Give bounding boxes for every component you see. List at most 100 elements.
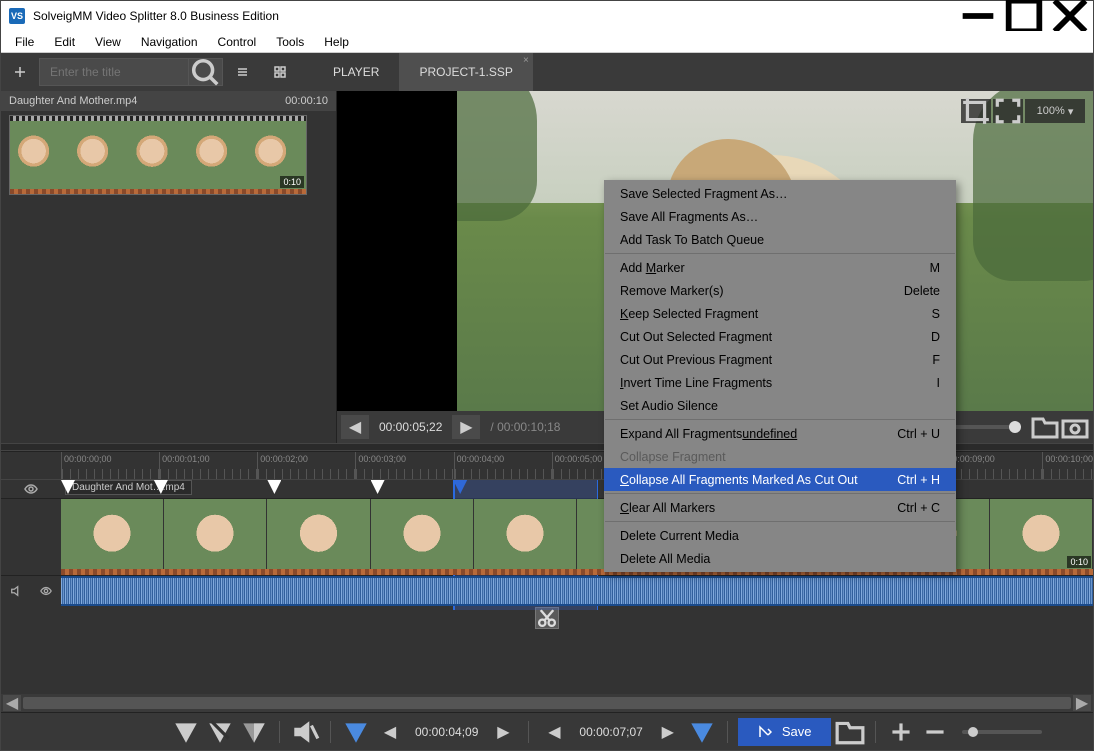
- list-view-button[interactable]: [223, 53, 261, 91]
- context-menu-item[interactable]: Set Audio Silence: [604, 394, 956, 417]
- context-menu-label: Add Marker: [620, 261, 685, 275]
- context-menu-label: Collapse All Fragments Marked As Cut Out: [620, 473, 858, 487]
- menu-navigation[interactable]: Navigation: [131, 33, 208, 51]
- context-menu-item[interactable]: Invert Time Line FragmentsI: [604, 371, 956, 394]
- zoom-dropdown[interactable]: 100% ▾: [1025, 99, 1085, 123]
- cut-button[interactable]: [535, 607, 559, 629]
- title-bar: VS SolveigMM Video Splitter 8.0 Business…: [1, 1, 1093, 31]
- horizontal-scrollbar[interactable]: ◀ ▶: [1, 694, 1093, 712]
- add-button[interactable]: [1, 53, 39, 91]
- context-menu-separator: [605, 493, 955, 494]
- context-menu-item[interactable]: Save All Fragments As…: [604, 205, 956, 228]
- folder-button[interactable]: [1031, 415, 1059, 439]
- media-duration: 00:00:10: [285, 95, 328, 107]
- context-menu-shortcut: Ctrl + H: [897, 473, 940, 487]
- filter-icon[interactable]: [171, 718, 201, 746]
- menu-edit[interactable]: Edit: [44, 33, 85, 51]
- context-menu-item[interactable]: Delete Current Media: [604, 524, 956, 547]
- context-menu-shortcut: M: [930, 261, 940, 275]
- context-menu-shortcut: Ctrl + U: [897, 427, 940, 441]
- menu-file[interactable]: File: [5, 33, 44, 51]
- mark-in-icon[interactable]: [341, 718, 371, 746]
- context-menu-item[interactable]: Expand All Fragmentsundefined Ctrl + U: [604, 422, 956, 445]
- context-menu-label: Clear All Markers: [620, 501, 715, 515]
- mute-audio-icon[interactable]: [290, 718, 320, 746]
- marker-partial-icon[interactable]: [239, 718, 269, 746]
- context-menu-label: Save All Fragments As…: [620, 210, 758, 224]
- snapshot-button[interactable]: [1061, 415, 1089, 439]
- mark-out-icon[interactable]: [687, 718, 717, 746]
- tab-player[interactable]: PLAYER: [313, 53, 399, 91]
- ruler-mark: 00:00:03;00: [355, 452, 453, 479]
- context-menu-label: Cut Out Previous Fragment: [620, 353, 772, 367]
- timeline-marker[interactable]: [371, 480, 385, 494]
- ruler-mark: 00:00:04;00: [454, 452, 552, 479]
- grid-view-button[interactable]: [261, 53, 299, 91]
- next-marker-button-2[interactable]: ▶: [653, 718, 683, 746]
- prev-marker-button-2[interactable]: ◀: [539, 718, 569, 746]
- crop-icon[interactable]: [961, 99, 991, 123]
- menu-help[interactable]: Help: [314, 33, 359, 51]
- tab-project[interactable]: PROJECT-1.SSP×: [399, 53, 532, 91]
- app-window: VS SolveigMM Video Splitter 8.0 Business…: [0, 0, 1094, 751]
- clip-name-badge: Daughter And Mot….mp4: [65, 480, 192, 495]
- scroll-right[interactable]: ▶: [1073, 695, 1091, 711]
- context-menu-label: Add Task To Batch Queue: [620, 233, 764, 247]
- context-menu-item[interactable]: Clear All Markers Ctrl + C: [604, 496, 956, 519]
- title-input[interactable]: [39, 58, 189, 86]
- context-menu-item[interactable]: Add Marker M: [604, 256, 956, 279]
- close-button[interactable]: [1047, 1, 1093, 31]
- menu-tools[interactable]: Tools: [266, 33, 314, 51]
- context-menu-item[interactable]: Delete All Media: [604, 547, 956, 570]
- menu-view[interactable]: View: [85, 33, 131, 51]
- audio-waveform[interactable]: [61, 576, 1093, 606]
- ruler-mark: 00:00:00;00: [61, 452, 159, 479]
- out-timecode[interactable]: 00:00:07;07: [573, 725, 648, 739]
- context-menu-label: Keep Selected Fragment: [620, 307, 758, 321]
- menu-control[interactable]: Control: [208, 33, 267, 51]
- context-menu-label: Expand All Fragmentsundefined: [620, 427, 797, 441]
- save-button[interactable]: Save: [738, 718, 832, 746]
- context-menu-item[interactable]: Save Selected Fragment As…: [604, 182, 956, 205]
- zoom-slider[interactable]: [962, 730, 1042, 734]
- context-menu-label: Save Selected Fragment As…: [620, 187, 787, 201]
- media-panel: Daughter And Mother.mp4 00:00:10 0:10: [1, 91, 337, 443]
- search-button[interactable]: [189, 58, 223, 86]
- playhead[interactable]: [453, 480, 467, 494]
- context-menu-item[interactable]: Collapse All Fragments Marked As Cut Out…: [604, 468, 956, 491]
- open-folder-icon[interactable]: [835, 718, 865, 746]
- zoom-in-icon[interactable]: [886, 718, 916, 746]
- prev-marker-button[interactable]: ◀: [375, 718, 405, 746]
- context-menu-label: Invert Time Line Fragments: [620, 376, 772, 390]
- timeline-marker[interactable]: [267, 480, 281, 494]
- fullscreen-icon[interactable]: [993, 99, 1023, 123]
- next-marker-button[interactable]: ▶: [488, 718, 518, 746]
- prev-frame-button[interactable]: ◀: [341, 415, 369, 439]
- app-logo: VS: [9, 8, 25, 24]
- media-thumbnail[interactable]: 0:10: [9, 115, 307, 195]
- audio-track-toggle[interactable]: [1, 576, 61, 606]
- next-frame-button[interactable]: ▶: [452, 415, 480, 439]
- scroll-left[interactable]: ◀: [3, 695, 21, 711]
- ruler-mark: 00:00:02;00: [257, 452, 355, 479]
- media-header: Daughter And Mother.mp4 00:00:10: [1, 91, 336, 111]
- minimize-button[interactable]: [955, 1, 1001, 31]
- in-timecode[interactable]: 00:00:04;09: [409, 725, 484, 739]
- video-track-toggle[interactable]: [1, 480, 61, 498]
- context-menu-label: Remove Marker(s): [620, 284, 724, 298]
- context-menu-label: Set Audio Silence: [620, 399, 718, 413]
- marker-clear-icon[interactable]: [205, 718, 235, 746]
- context-menu-shortcut: D: [931, 330, 940, 344]
- tab-close-icon[interactable]: ×: [523, 55, 529, 66]
- context-menu-item[interactable]: Keep Selected FragmentS: [604, 302, 956, 325]
- zoom-out-icon[interactable]: [920, 718, 950, 746]
- context-menu-shortcut: Ctrl + C: [897, 501, 940, 515]
- maximize-button[interactable]: [1001, 1, 1047, 31]
- context-menu-item[interactable]: Remove Marker(s)Delete: [604, 279, 956, 302]
- context-menu-label: Cut Out Selected Fragment: [620, 330, 772, 344]
- context-menu-item[interactable]: Cut Out Previous FragmentF: [604, 348, 956, 371]
- context-menu-item[interactable]: Add Task To Batch Queue: [604, 228, 956, 251]
- current-time[interactable]: 00:00:05;22: [371, 420, 450, 434]
- context-menu-item[interactable]: Cut Out Selected Fragment D: [604, 325, 956, 348]
- context-menu-separator: [605, 521, 955, 522]
